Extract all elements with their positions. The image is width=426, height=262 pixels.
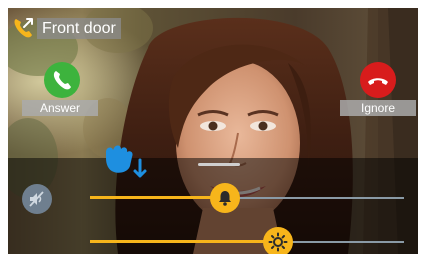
brightness-slider[interactable] — [90, 227, 404, 254]
call-title-bar: Front door — [12, 17, 121, 39]
brightness-fill — [90, 240, 278, 243]
mute-button[interactable] — [22, 184, 52, 214]
intercom-screen: Front door Answer Ignore — [8, 8, 418, 254]
caller-title: Front door — [37, 17, 121, 39]
answer-label[interactable]: Answer — [22, 100, 98, 116]
speaker-muted-icon — [29, 191, 44, 207]
sun-icon — [268, 232, 288, 252]
answer-button[interactable] — [44, 62, 80, 98]
phone-icon — [53, 71, 71, 90]
volume-slider[interactable] — [90, 183, 404, 213]
hand-pointer-icon — [106, 145, 147, 178]
volume-fill — [90, 196, 225, 199]
door-phone-icon — [14, 18, 33, 38]
bell-icon — [219, 191, 231, 206]
brightness-thumb[interactable] — [263, 227, 293, 254]
ignore-label[interactable]: Ignore — [340, 100, 416, 116]
panel-drag-handle[interactable] — [198, 163, 240, 166]
volume-thumb[interactable] — [210, 183, 240, 213]
ignore-button[interactable] — [360, 62, 396, 98]
hang-up-icon — [368, 78, 388, 85]
